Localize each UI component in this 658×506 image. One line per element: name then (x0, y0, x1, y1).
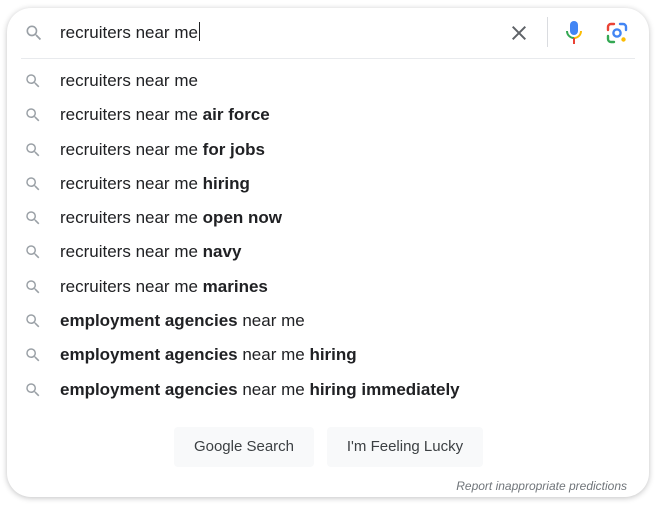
suggestion-bold-completion: air force (202, 105, 270, 125)
suggestion-text: employment agencies near me hiring (60, 344, 357, 366)
search-query-text: recruiters near me (60, 23, 198, 42)
suggestion-normal-text: recruiters near me (60, 276, 203, 296)
suggestion-item[interactable]: recruiters near me navy (7, 235, 649, 269)
suggestion-text: recruiters near me open now (60, 207, 282, 229)
search-autocomplete-panel: recruiters near me recruiters near me rec… (7, 8, 649, 497)
microphone-icon[interactable] (562, 20, 586, 46)
search-icon (26, 142, 40, 156)
search-icon (26, 177, 40, 191)
suggestion-normal-text: recruiters near me (60, 208, 203, 228)
suggestion-text: recruiters near me hiring (60, 173, 250, 195)
google-search-button[interactable]: Google Search (174, 427, 314, 467)
suggestion-normal-text: near me (237, 345, 310, 365)
suggestion-item[interactable]: recruiters near me for jobs (7, 133, 649, 167)
suggestion-normal-text: near me (237, 379, 310, 399)
suggestion-bold-prefix: employment agencies (60, 379, 238, 399)
suggestion-normal-text: recruiters near me (60, 139, 203, 159)
close-icon[interactable] (507, 21, 531, 45)
suggestion-list: recruiters near me recruiters near me air… (7, 64, 649, 407)
search-icon (26, 348, 40, 362)
suggestion-item[interactable]: recruiters near me marines (7, 270, 649, 304)
suggestion-bold-completion: hiring (309, 345, 357, 365)
suggestion-text: recruiters near me for jobs (60, 139, 265, 161)
suggestion-item[interactable]: employment agencies near me hiring (7, 338, 649, 372)
suggestion-bold-completion: hiring (202, 173, 250, 193)
toolbar-divider (547, 17, 548, 47)
suggestion-text: recruiters near me marines (60, 276, 268, 298)
suggestion-normal-text: near me (237, 311, 305, 331)
suggestion-item[interactable]: recruiters near me open now (7, 201, 649, 235)
feeling-lucky-button[interactable]: I'm Feeling Lucky (327, 427, 483, 467)
search-icon (26, 74, 40, 88)
suggestion-normal-text: recruiters near me (60, 173, 203, 193)
text-cursor (198, 22, 200, 41)
suggestion-item[interactable]: recruiters near me (7, 64, 649, 98)
search-icon (26, 245, 40, 259)
suggestion-bold-completion: navy (202, 242, 242, 262)
search-icon (26, 314, 40, 328)
search-icon (26, 382, 40, 397)
search-divider (21, 58, 635, 59)
suggestion-normal-text: recruiters near me (60, 71, 198, 90)
suggestion-bold-prefix: employment agencies (60, 311, 238, 331)
suggestion-bold-prefix: employment agencies (60, 345, 238, 365)
suggestion-item[interactable]: employment agencies near me (7, 304, 649, 338)
suggestion-item[interactable]: employment agencies near me hiring immed… (7, 373, 649, 407)
suggestion-normal-text: recruiters near me (60, 242, 203, 262)
search-box[interactable]: recruiters near me (7, 8, 649, 58)
suggestion-text: recruiters near me navy (60, 241, 241, 263)
search-buttons: Google Search I'm Feeling Lucky (7, 427, 649, 467)
search-input[interactable]: recruiters near me (60, 22, 200, 44)
suggestion-bold-completion: hiring immediately (309, 379, 460, 399)
suggestion-bold-completion: marines (202, 276, 268, 296)
suggestion-bold-completion: open now (202, 208, 282, 228)
search-icon (26, 108, 40, 122)
suggestion-normal-text: recruiters near me (60, 105, 203, 125)
suggestion-bold-completion: for jobs (202, 139, 266, 159)
suggestion-text: employment agencies near me (60, 310, 305, 332)
suggestion-text: recruiters near me air force (60, 104, 270, 126)
suggestion-text: employment agencies near me hiring immed… (60, 379, 460, 401)
suggestion-item[interactable]: recruiters near me hiring (7, 167, 649, 201)
google-lens-icon[interactable] (605, 21, 629, 45)
report-predictions-link[interactable]: Report inappropriate predictions (456, 479, 627, 493)
suggestion-item[interactable]: recruiters near me air force (7, 98, 649, 132)
search-icon (26, 211, 40, 225)
search-icon (26, 25, 42, 41)
suggestion-text: recruiters near me (60, 70, 198, 92)
search-icon (26, 280, 40, 294)
